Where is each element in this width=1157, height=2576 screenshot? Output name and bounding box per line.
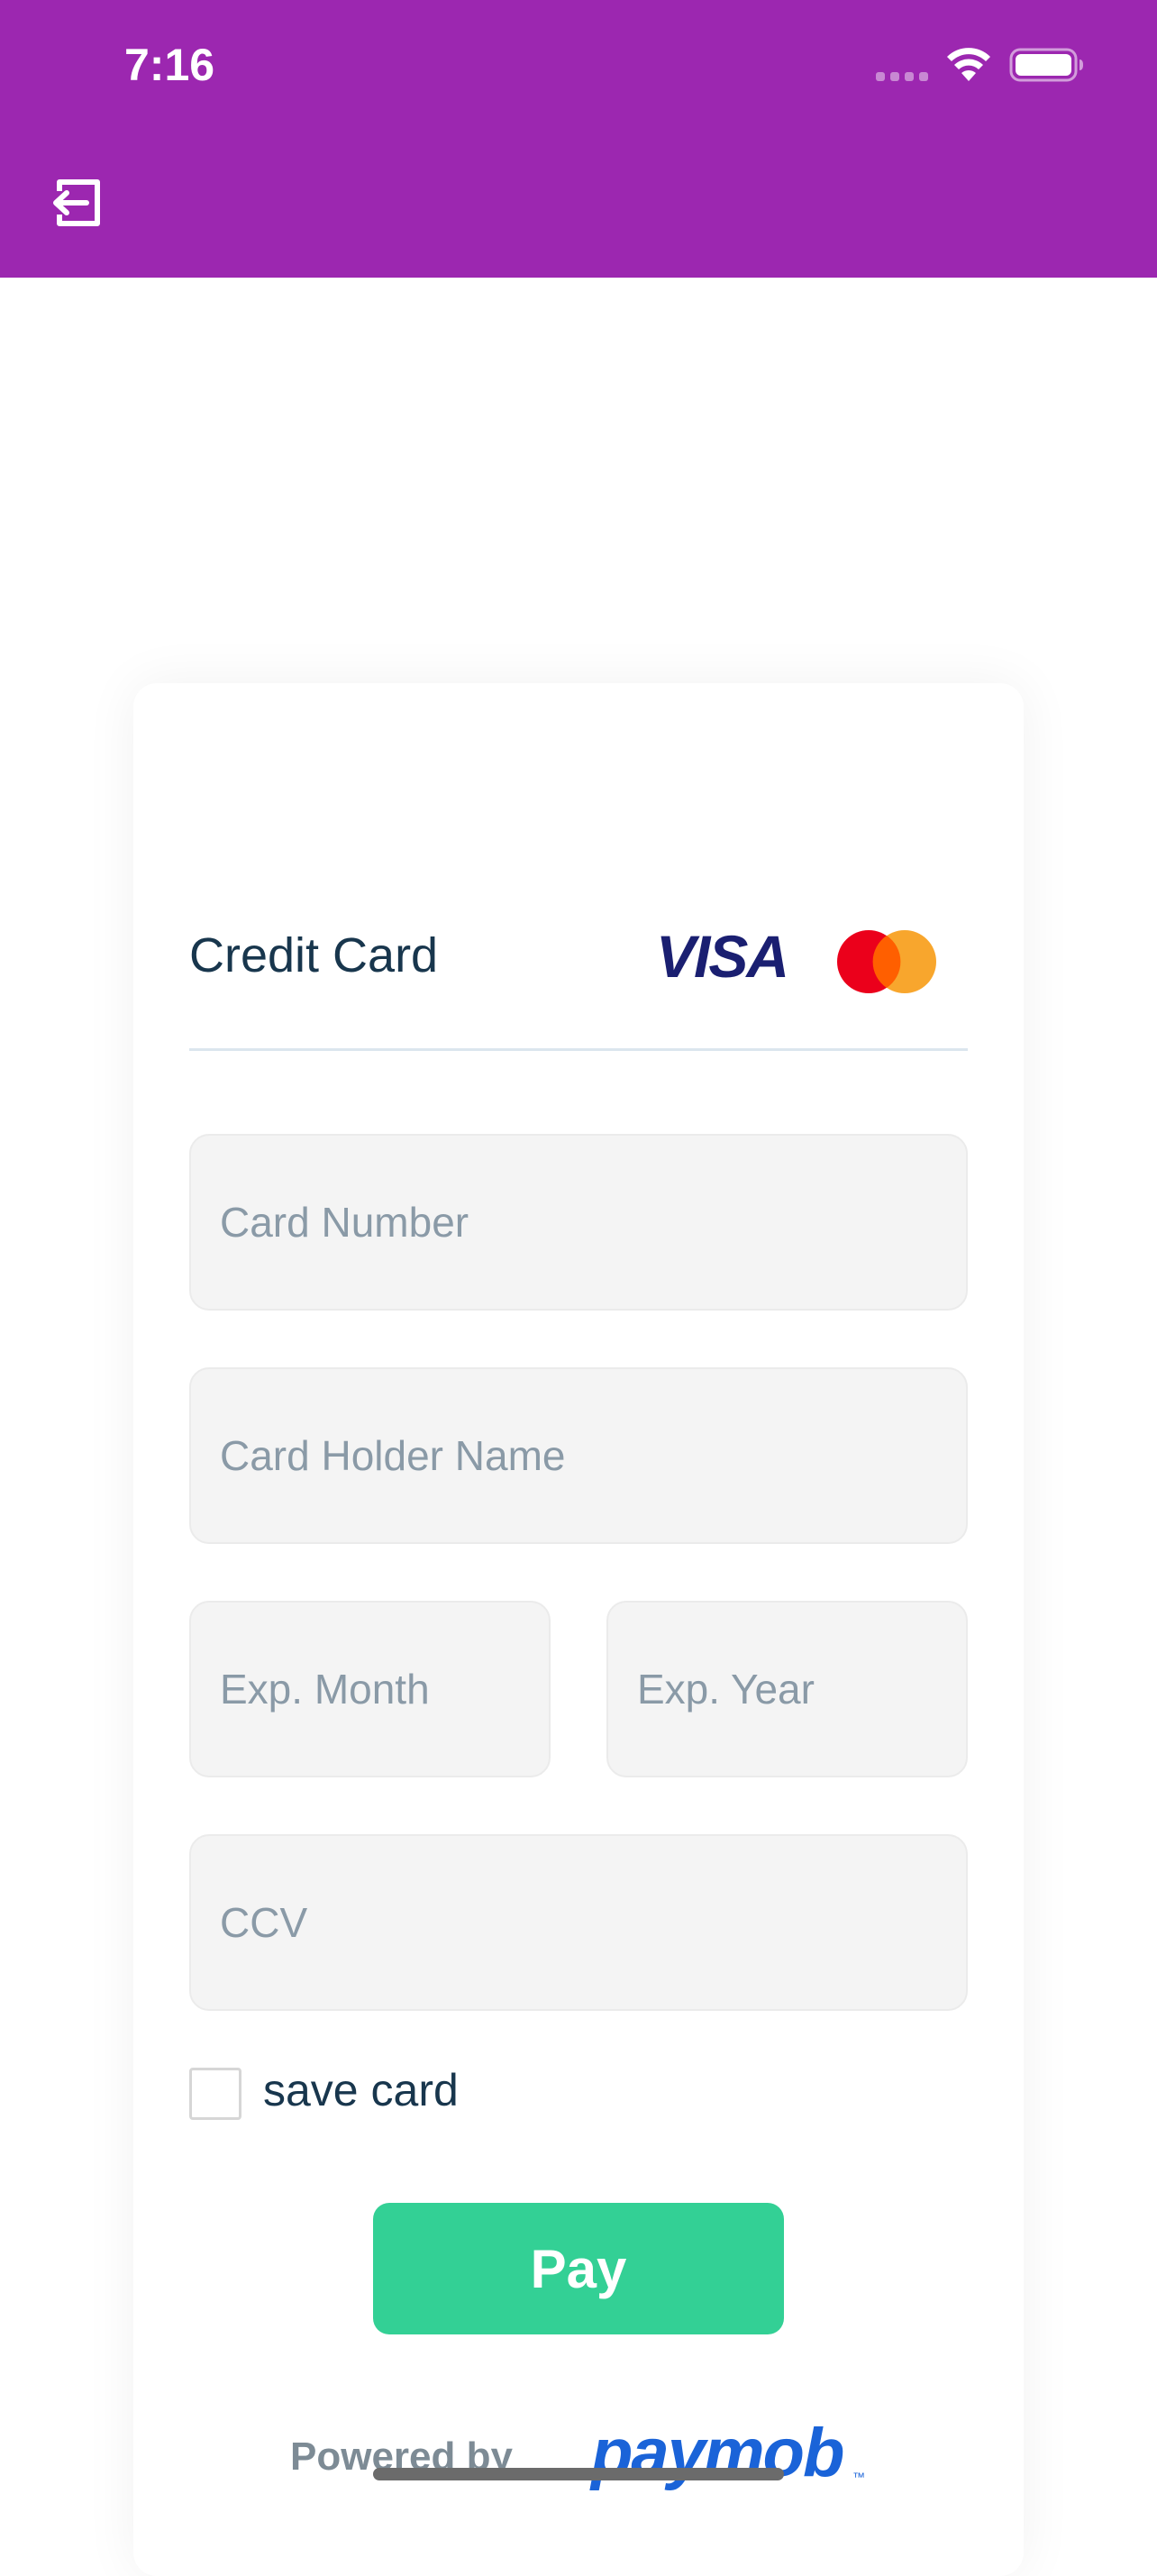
battery-icon: [1009, 48, 1083, 82]
exp-month-input[interactable]: [191, 1603, 549, 1776]
ccv-input[interactable]: [191, 1836, 966, 2009]
trademark-mark: ™: [852, 2470, 865, 2484]
app-bar: 7:16: [0, 0, 1157, 278]
card-holder-field[interactable]: [189, 1367, 968, 1544]
exit-icon[interactable]: [47, 177, 103, 229]
svg-text:VISA: VISA: [656, 930, 788, 984]
card-number-input[interactable]: [191, 1136, 966, 1309]
home-indicator: [373, 2468, 784, 2480]
card-holder-input[interactable]: [191, 1369, 966, 1542]
mastercard-logo: [837, 930, 936, 993]
exp-year-input[interactable]: [608, 1603, 966, 1776]
ccv-field[interactable]: [189, 1834, 968, 2011]
section-divider: [189, 1048, 968, 1051]
exp-year-field[interactable]: [606, 1601, 968, 1777]
exp-month-field[interactable]: [189, 1601, 551, 1777]
wifi-icon: [947, 48, 990, 81]
signal-dots-icon: [876, 72, 930, 81]
card-number-field[interactable]: [189, 1134, 968, 1311]
status-time: 7:16: [124, 40, 215, 90]
section-title: Credit Card: [189, 928, 439, 982]
pay-button[interactable]: Pay: [373, 2203, 784, 2334]
save-card-label: save card: [263, 2065, 459, 2115]
visa-logo: VISA: [656, 930, 789, 984]
save-card-checkbox[interactable]: [189, 2068, 241, 2120]
